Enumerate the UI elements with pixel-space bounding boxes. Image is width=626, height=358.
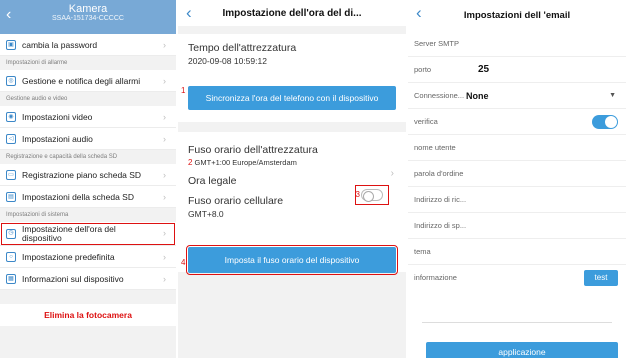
sd-settings-item[interactable]: ▤ Impostazioni della scheda SD › (0, 186, 176, 208)
device-time-label: Impostazione dell'ora del dispositivo (22, 223, 116, 243)
chevron-right-icon: › (163, 133, 166, 144)
back-icon[interactable]: ‹ (416, 3, 422, 23)
test-button[interactable]: test (584, 270, 618, 286)
device-tz-value[interactable]: 2 GMT+1:00 Europe/Amsterdam (188, 158, 396, 167)
dst-toggle[interactable] (361, 189, 383, 202)
camera-title: Kamera (68, 3, 108, 15)
sender-label: Indirizzo di sp... (414, 221, 467, 230)
device-time-value: 2020-09-08 10:59:12 (188, 56, 267, 66)
lock-icon: ▣ (6, 39, 16, 50)
clock-icon: ◷ (6, 228, 16, 239)
device-time-item[interactable]: ◷ Impostazione dell'ora del dispositivo … (0, 222, 176, 246)
chevron-right-icon: › (163, 111, 166, 122)
alarm-management-label: Gestione e notifica degli allarmi (22, 75, 141, 86)
apply-button[interactable]: applicazione (426, 342, 618, 358)
alarm-icon: ◎ (6, 75, 16, 86)
password-field[interactable]: parola d'ordine (408, 160, 626, 186)
port-label: porto (414, 65, 432, 74)
info-icon: ▦ (6, 273, 16, 284)
record-icon: ▭ (6, 169, 16, 180)
phone-tz-value: GMT+8.0 (188, 209, 224, 219)
username-label: nome utente (414, 143, 456, 152)
section-audio-video: Gestione audio e video (6, 96, 68, 102)
dst-row: Ora legale 3 (188, 175, 396, 205)
audio-icon: ◁ (6, 133, 16, 144)
sd-recording-plan-item[interactable]: ▭ Registrazione piano scheda SD › (0, 164, 176, 186)
video-settings-item[interactable]: ◉ Impostazioni video › (0, 106, 176, 128)
dst-highlight (355, 185, 389, 205)
dst-label: Ora legale (188, 175, 237, 187)
audio-settings-item[interactable]: ◁ Impostazioni audio › (0, 128, 176, 150)
alarm-management-item[interactable]: ◎ Gestione e notifica degli allarmi › (0, 70, 176, 92)
change-password-label: cambia la password (22, 39, 98, 50)
sd-recording-plan-label: Registrazione piano scheda SD (22, 169, 142, 180)
sync-block: 1 Sincronizza l'ora del telefono con il … (178, 76, 406, 122)
reset-icon: ○ (6, 251, 16, 262)
section-system: Impostazioni di sistema (6, 212, 69, 218)
smtp-field[interactable]: Server SMTP (408, 30, 626, 56)
connection-select[interactable]: Connessione... None ▼ (408, 82, 626, 108)
device-tz-text: GMT+1:00 Europe/Amsterdam (194, 158, 297, 167)
connection-label: Connessione... (414, 91, 465, 100)
username-field[interactable]: nome utente (408, 134, 626, 160)
default-settings-label: Impostazione predefinita (22, 251, 115, 262)
chevron-right-icon: › (163, 75, 166, 86)
timezone-block: Fuso orario dell'attrezzatura 2 GMT+1:00… (178, 132, 406, 275)
camera-header: ‹ Kamera SSAA-151734-CCCCC (0, 0, 176, 34)
delete-camera-button[interactable]: Elimina la fotocamera (0, 304, 176, 326)
chevron-right-icon: › (390, 168, 394, 179)
port-field[interactable]: porto 25 (408, 56, 626, 82)
sd-settings-label: Impostazioni della scheda SD (22, 191, 134, 202)
dropdown-icon: ▼ (609, 92, 616, 99)
chevron-right-icon: › (163, 273, 166, 284)
chevron-right-icon: › (163, 169, 166, 180)
verify-toggle[interactable] (592, 115, 618, 129)
email-title: Impostazioni dell 'email (463, 9, 571, 21)
connection-value: None (466, 90, 489, 101)
email-header: ‹ Impostazioni dell 'email (408, 0, 626, 30)
back-icon[interactable]: ‹ (186, 3, 192, 23)
device-info-label: Informazioni sul dispositivo (22, 273, 124, 284)
marker-4: 4 (181, 258, 186, 267)
verify-label: verifica (414, 117, 438, 126)
time-title: Impostazione dell'ora del di... (222, 7, 362, 19)
chevron-right-icon: › (163, 251, 166, 262)
port-value: 25 (478, 64, 490, 75)
verify-row: verifica (408, 108, 626, 134)
device-time-block: Tempo dell'attrezzatura 2020-09-08 10:59… (178, 34, 406, 76)
video-settings-label: Impostazioni video (22, 111, 93, 122)
change-password-item[interactable]: ▣ cambia la password › (0, 34, 176, 56)
chevron-right-icon: › (163, 227, 166, 238)
time-settings-panel: ‹ Impostazione dell'ora del di... Tempo … (178, 0, 406, 358)
camera-id: SSAA-151734-CCCCC (52, 15, 124, 22)
section-alarm: Impostazioni di allarme (6, 60, 68, 66)
device-tz-label: Fuso orario dell'attrezzatura (188, 144, 318, 156)
sync-time-button[interactable]: Sincronizza l'ora del telefono con il di… (188, 86, 396, 110)
video-icon: ◉ (6, 111, 16, 122)
email-settings-panel: ‹ Impostazioni dell 'email Server SMTP p… (408, 0, 626, 358)
sd-card-icon: ▤ (6, 191, 16, 202)
default-settings-item[interactable]: ○ Impostazione predefinita › (0, 246, 176, 268)
section-sd: Registrazione e capacità della scheda SD (6, 154, 118, 160)
set-timezone-button[interactable]: Imposta il fuso orario del dispositivo (186, 245, 398, 275)
info-row: informazione test (408, 264, 626, 290)
time-header: ‹ Impostazione dell'ora del di... (178, 0, 406, 26)
chevron-right-icon: › (163, 39, 166, 50)
subject-label: tema (414, 247, 431, 256)
camera-settings-panel: ‹ Kamera SSAA-151734-CCCCC ▣ cambia la p… (0, 0, 176, 358)
sender-field[interactable]: Indirizzo di sp... (408, 212, 626, 238)
recipient-label: Indirizzo di ric... (414, 195, 467, 204)
recipient-field[interactable]: Indirizzo di ric... (408, 186, 626, 212)
device-info-item[interactable]: ▦ Informazioni sul dispositivo › (0, 268, 176, 290)
divider (422, 322, 612, 323)
marker-2: 2 (188, 158, 193, 167)
device-time-label: Tempo dell'attrezzatura (188, 42, 297, 54)
marker-1: 1 (181, 86, 186, 95)
password-label: parola d'ordine (414, 169, 464, 178)
smtp-label: Server SMTP (414, 38, 460, 48)
subject-field[interactable]: tema (408, 238, 626, 264)
audio-settings-label: Impostazioni audio (22, 133, 93, 144)
chevron-right-icon: › (163, 191, 166, 202)
info-label: informazione (414, 273, 457, 282)
